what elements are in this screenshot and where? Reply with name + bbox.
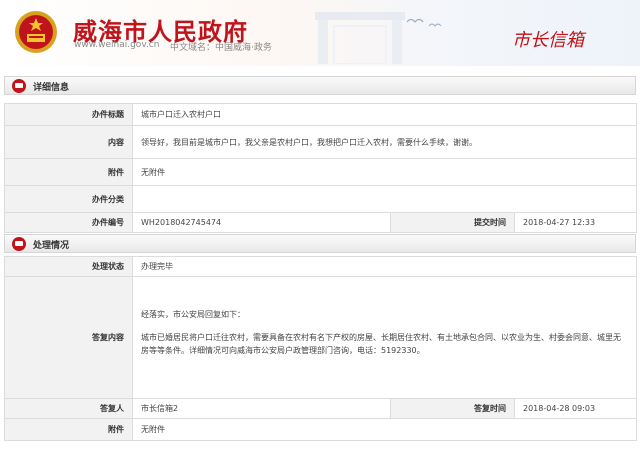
table-row: 办件标题 城市户口迁入农村户口 bbox=[4, 103, 637, 126]
detail-section-header: 详细信息 bbox=[4, 76, 636, 95]
mail-icon bbox=[12, 237, 26, 251]
table-row: 办件分类 bbox=[4, 185, 637, 213]
handling-section-title: 处理情况 bbox=[33, 241, 70, 251]
submit-time-value: 2018-04-27 12:33 bbox=[514, 212, 637, 233]
site-banner: 威海市人民政府 www.weihai.gov.cn 中文域名：中国威海·政务 市… bbox=[0, 0, 640, 66]
row-label: 提交时间 bbox=[390, 212, 515, 233]
content-value: 领导好，我目前是城市户口，我父亲是农村户口，我想把户口迁入农村，需要什么手续，谢… bbox=[132, 125, 637, 159]
status-value: 办理完毕 bbox=[132, 256, 637, 277]
row-label: 附件 bbox=[4, 418, 133, 441]
city-landmark-graphic bbox=[315, 12, 405, 64]
table-row: 答复人 市长信箱2 答复时间 2018-04-28 09:03 bbox=[4, 398, 637, 419]
birds-graphic bbox=[406, 18, 442, 27]
row-label: 附件 bbox=[4, 158, 133, 186]
row-label: 办件编号 bbox=[4, 212, 133, 233]
title-value: 城市户口迁入农村户口 bbox=[132, 103, 637, 126]
row-label: 答复时间 bbox=[390, 398, 515, 419]
mayor-mailbox-label: 市长信箱 bbox=[512, 30, 584, 51]
row-label: 办件分类 bbox=[4, 185, 133, 213]
row-label: 答复人 bbox=[4, 398, 133, 419]
reply-content: 经落实，市公安局回复如下： 城市已婚居民将户口迁往农村，需要具备在农村有名下产权… bbox=[132, 276, 637, 399]
row-label: 处理状态 bbox=[4, 256, 133, 277]
row-label: 办件标题 bbox=[4, 103, 133, 126]
category-value bbox=[132, 185, 637, 213]
site-url: www.weihai.gov.cn bbox=[74, 40, 160, 50]
handling-table: 处理状态 办理完毕 答复内容 经落实，市公安局回复如下： 城市已婚居民将户口迁往… bbox=[4, 256, 637, 441]
reply-paragraph: 城市已婚居民将户口迁往农村，需要具备在农村有名下产权的房屋、长期居住农村、有土地… bbox=[141, 333, 621, 355]
row-label: 内容 bbox=[4, 125, 133, 159]
table-row: 办件编号 WH2018042745474 提交时间 2018-04-27 12:… bbox=[4, 212, 637, 233]
mail-icon bbox=[12, 79, 26, 93]
reply-paragraph: 经落实，市公安局回复如下： bbox=[141, 310, 245, 319]
attachment-value: 无附件 bbox=[132, 158, 637, 186]
replier-value: 市长信箱2 bbox=[132, 398, 391, 419]
handling-section-header: 处理情况 bbox=[4, 234, 636, 253]
table-row: 处理状态 办理完毕 bbox=[4, 256, 637, 277]
national-emblem-icon bbox=[15, 11, 57, 53]
site-domain-cn: 中文域名：中国威海·政务 bbox=[170, 43, 272, 53]
detail-section-title: 详细信息 bbox=[33, 83, 70, 93]
attachment-value: 无附件 bbox=[132, 418, 637, 441]
table-row: 内容 领导好，我目前是城市户口，我父亲是农村户口，我想把户口迁入农村，需要什么手… bbox=[4, 125, 637, 159]
table-row: 附件 无附件 bbox=[4, 418, 637, 441]
table-row: 答复内容 经落实，市公安局回复如下： 城市已婚居民将户口迁往农村，需要具备在农村… bbox=[4, 276, 637, 399]
number-value: WH2018042745474 bbox=[132, 212, 391, 233]
detail-table: 办件标题 城市户口迁入农村户口 内容 领导好，我目前是城市户口，我父亲是农村户口… bbox=[4, 103, 637, 233]
table-row: 附件 无附件 bbox=[4, 158, 637, 186]
reply-time-value: 2018-04-28 09:03 bbox=[514, 398, 637, 419]
row-label: 答复内容 bbox=[4, 276, 133, 399]
